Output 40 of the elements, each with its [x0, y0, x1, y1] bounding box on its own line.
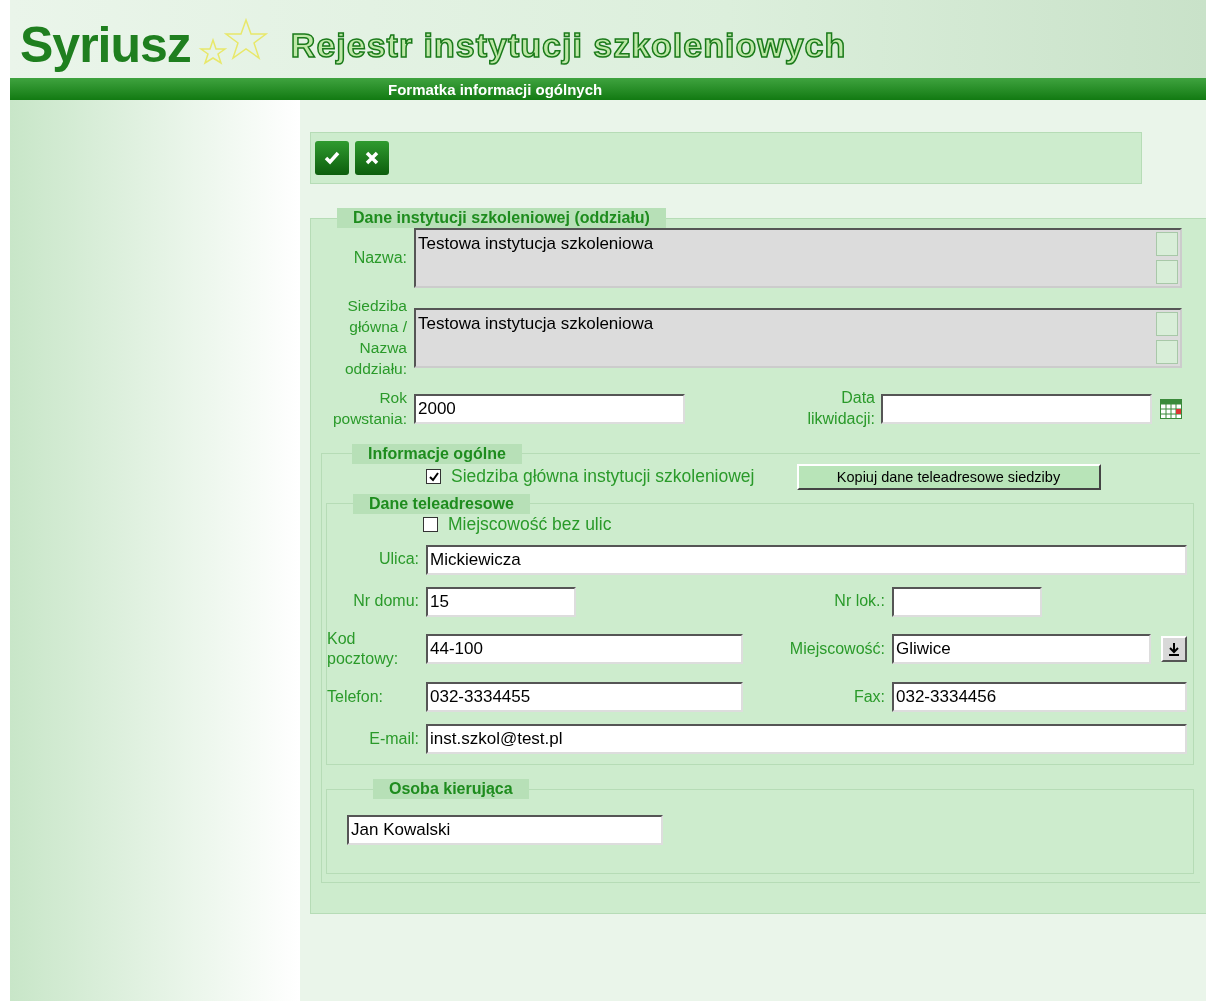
field-label: Ulica:	[378, 549, 419, 570]
section-title: Informacje ogólne	[352, 443, 522, 464]
input-field[interactable]: 032-3334455	[426, 682, 743, 713]
field-label: Telefon:	[327, 686, 385, 707]
checkbox-label: Miejscowość bez ulic	[448, 513, 612, 535]
input-field[interactable]: 44-100	[426, 634, 743, 665]
input-field[interactable]: 032-3334456	[892, 682, 1187, 713]
section-title: Dane instytucji szkoleniowej (oddziału)	[337, 208, 666, 228]
field-label: Rok powstania:	[331, 387, 407, 429]
dropdown-button[interactable]	[1161, 636, 1187, 663]
logo-text: Syriusz	[20, 16, 191, 74]
field-label: Miejscowość:	[788, 638, 885, 659]
section-title: Dane teleadresowe	[353, 493, 530, 514]
save-button[interactable]	[315, 141, 349, 175]
field-label: Fax:	[852, 686, 885, 707]
checkbox[interactable]	[423, 516, 438, 532]
calendar-icon[interactable]	[1160, 398, 1182, 419]
field-label: Nr domu:	[352, 591, 419, 612]
input-field[interactable]: 15	[426, 586, 576, 617]
section-title: Osoba kierująca	[373, 779, 529, 800]
checkbox-label: Siedziba główna instytucji szkoleniowej	[451, 466, 755, 488]
app-title: Rejestr instytucji szkoleniowych	[290, 25, 847, 65]
input-field[interactable]: Jan Kowalski	[347, 815, 663, 846]
checkbox[interactable]	[426, 469, 441, 485]
copy-address-button[interactable]: Kopiuj dane teleadresowe siedziby	[796, 463, 1101, 490]
field-label: Data likwidacji:	[806, 387, 875, 429]
cancel-button[interactable]	[355, 141, 389, 175]
input-field[interactable]: 2000	[414, 393, 685, 424]
field-label: Nazwa:	[352, 247, 407, 268]
field-label: Kod pocztowy:	[327, 628, 400, 670]
field-label: Siedziba główna / Nazwa oddziału:	[343, 296, 407, 379]
input-field[interactable]	[892, 586, 1042, 617]
date-field[interactable]	[881, 393, 1152, 424]
input-field[interactable]: Mickiewicza	[426, 544, 1187, 575]
input-field[interactable]: inst.szkol@test.pl	[426, 724, 1187, 755]
field-label: Nr lok.:	[833, 591, 885, 612]
download-arrow-icon	[1168, 642, 1180, 657]
form-title: Formatka informacji ogólnych	[388, 80, 603, 98]
field-label: E-mail:	[368, 728, 419, 749]
input-field[interactable]: Gliwice	[892, 634, 1151, 665]
